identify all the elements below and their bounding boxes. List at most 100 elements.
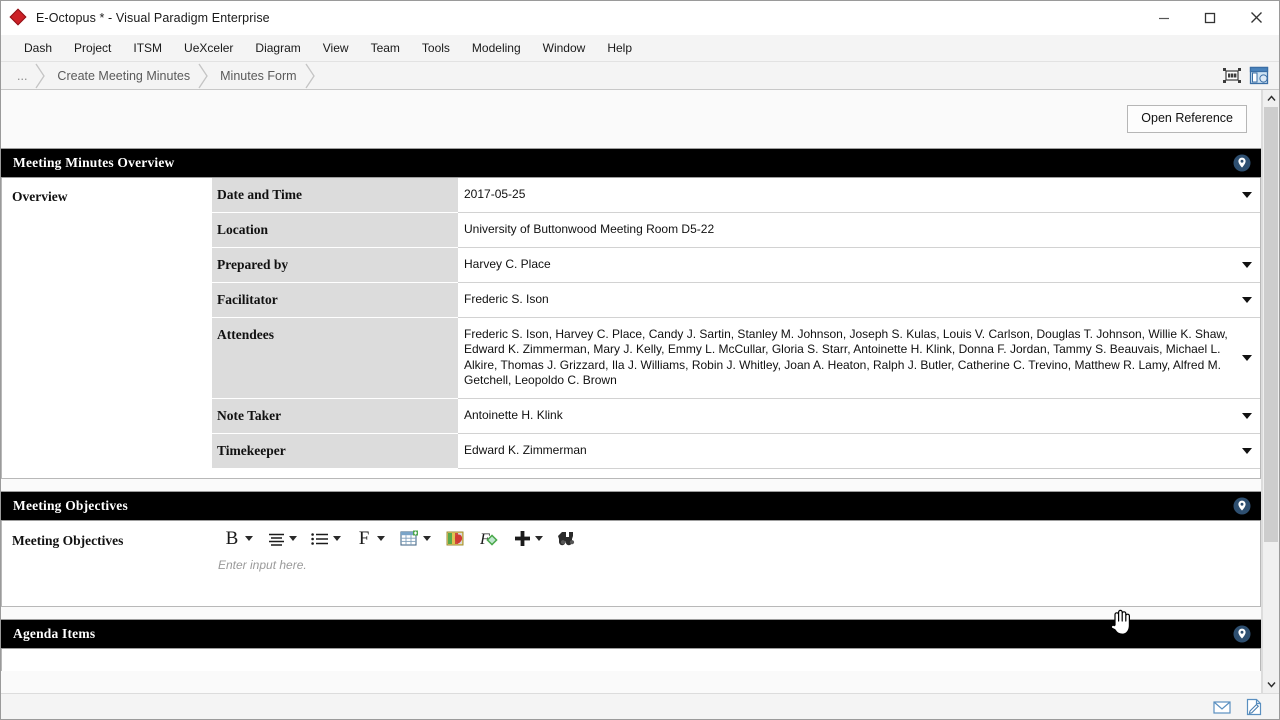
chevron-down-icon-facilitator[interactable]: [1242, 297, 1252, 303]
maximize-icon[interactable]: [1187, 1, 1233, 34]
image-icon[interactable]: [442, 527, 468, 551]
menu-item-itsm[interactable]: ITSM: [122, 37, 173, 59]
field-value-location[interactable]: University of Buttonwood Meeting Room D5…: [458, 212, 1260, 248]
application-window: E-Octopus * - Visual Paradigm Enterprise…: [0, 0, 1280, 720]
menu-item-view[interactable]: View: [312, 37, 360, 59]
field-label-note-taker: Note Taker: [212, 398, 458, 434]
chevron-down-icon-table[interactable]: [423, 536, 431, 542]
chevron-right-icon-2: [196, 62, 210, 89]
chevron-down-icon-align[interactable]: [289, 536, 297, 542]
chevron-down-icon-date-and-time[interactable]: [1242, 192, 1252, 198]
toolbar-group-painter: F: [472, 527, 506, 551]
chevron-down-icon-bold[interactable]: [245, 536, 253, 542]
field-value-note-taker[interactable]: Antoinette H. Klink: [458, 398, 1260, 434]
status-bar: [1, 693, 1279, 719]
toolbar-group-image: [438, 527, 472, 551]
menu-item-modeling[interactable]: Modeling: [461, 37, 532, 59]
scrollbar-thumb[interactable]: [1264, 107, 1278, 542]
breadcrumb: ... Create Meeting Minutes Minutes Form: [1, 62, 1279, 90]
form-row-note-taker: Note Taker Antoinette H. Klink: [212, 398, 1260, 434]
chevron-down-icon-insert[interactable]: [535, 536, 543, 542]
section-header-objectives: Meeting Objectives: [1, 490, 1261, 521]
chevron-down-icon-prepared-by[interactable]: [1242, 262, 1252, 268]
section-agenda-items: Agenda Items: [1, 618, 1261, 671]
section-title-objectives: Meeting Objectives: [13, 497, 128, 513]
menu-item-help[interactable]: Help: [596, 37, 643, 59]
field-text-date-and-time: 2017-05-25: [464, 187, 526, 201]
scroll-up-icon[interactable]: [1263, 90, 1279, 107]
toolbar-group-insert: [506, 527, 550, 551]
form-canvas: Open Reference Meeting Minutes Overview: [1, 90, 1262, 693]
chevron-right-icon-3: [303, 62, 317, 89]
format-painter-icon[interactable]: F: [476, 527, 502, 551]
body-wrapper: Open Reference Meeting Minutes Overview: [1, 90, 1279, 693]
font-icon[interactable]: F: [352, 527, 376, 551]
field-label-timekeeper: Timekeeper: [212, 433, 458, 469]
chevron-down-icon-list[interactable]: [333, 536, 341, 542]
field-text-timekeeper: Edward K. Zimmerman: [464, 442, 587, 457]
chevron-down-icon-timekeeper[interactable]: [1242, 447, 1252, 454]
panel-layout-icon[interactable]: [1249, 66, 1269, 85]
menu-item-uexceler[interactable]: UeXceler: [173, 37, 244, 59]
toolbar-group-find: [550, 527, 584, 551]
edit-document-icon[interactable]: [1245, 698, 1263, 716]
open-reference-button[interactable]: Open Reference: [1127, 105, 1247, 133]
menu-item-dash[interactable]: Dash: [13, 37, 63, 59]
location-pin-icon-3[interactable]: [1233, 625, 1251, 643]
location-pin-icon[interactable]: [1233, 154, 1251, 172]
vertical-scrollbar[interactable]: [1262, 90, 1279, 693]
location-pin-icon-2[interactable]: [1233, 497, 1251, 515]
list-icon[interactable]: [308, 527, 332, 551]
menu-item-tools[interactable]: Tools: [411, 37, 461, 59]
field-value-facilitator[interactable]: Frederic S. Ison: [458, 282, 1260, 318]
section-title-overview: Meeting Minutes Overview: [13, 155, 175, 170]
field-value-date-and-time[interactable]: 2017-05-25: [458, 178, 1260, 213]
scroll-down-icon[interactable]: [1263, 676, 1279, 693]
menu-item-diagram[interactable]: Diagram: [244, 37, 311, 59]
field-text-prepared-by: Harvey C. Place: [464, 257, 551, 271]
section-title-agenda: Agenda Items: [13, 625, 96, 641]
rich-text-toolbar: B F F: [210, 524, 1260, 554]
chevron-right-icon: [33, 62, 47, 89]
section-header-agenda: Agenda Items: [1, 618, 1261, 649]
menu-item-project[interactable]: Project: [63, 37, 122, 59]
form-row-attendees: Attendees Frederic S. Ison, Harvey C. Pl…: [212, 317, 1260, 399]
menu-item-window[interactable]: Window: [532, 37, 597, 59]
toolbar-group-list: [304, 527, 348, 551]
bold-icon[interactable]: B: [220, 527, 244, 551]
field-value-attendees[interactable]: Frederic S. Ison, Harvey C. Place, Candy…: [458, 317, 1260, 399]
field-text-attendees: Frederic S. Ison, Harvey C. Place, Candy…: [464, 327, 1228, 388]
find-icon[interactable]: [554, 527, 580, 551]
field-label-location: Location: [212, 212, 458, 248]
insert-table-icon[interactable]: [396, 527, 422, 551]
breadcrumb-item-ellipsis[interactable]: ...: [9, 62, 33, 89]
field-text-note-taker: Antoinette H. Klink: [464, 407, 563, 422]
field-value-timekeeper[interactable]: Edward K. Zimmerman: [458, 433, 1260, 469]
scrollbar-track[interactable]: [1263, 107, 1279, 676]
form-row-date-and-time: Date and Time 2017-05-25: [212, 178, 1260, 213]
rich-text-editor: B F F Enter input here.: [210, 521, 1260, 606]
field-label-attendees: Attendees: [212, 317, 458, 399]
section-gap-2: [1, 606, 1261, 619]
fit-window-icon[interactable]: [1222, 66, 1242, 85]
chevron-down-icon-attendees[interactable]: [1242, 354, 1252, 361]
field-value-prepared-by[interactable]: Harvey C. Place: [458, 247, 1260, 283]
field-text-location: University of Buttonwood Meeting Room D5…: [464, 222, 715, 236]
mail-icon[interactable]: [1213, 698, 1231, 716]
chevron-down-icon-font[interactable]: [377, 536, 385, 542]
breadcrumb-item-minutes-form[interactable]: Minutes Form: [210, 62, 302, 89]
window-title: E-Octopus * - Visual Paradigm Enterprise: [36, 10, 270, 25]
breadcrumb-item-create-meeting-minutes[interactable]: Create Meeting Minutes: [47, 62, 196, 89]
align-icon[interactable]: [264, 527, 288, 551]
minimize-icon[interactable]: [1141, 1, 1187, 34]
section-meeting-objectives: Meeting Objectives Meeting Objectives B …: [1, 490, 1261, 607]
insert-icon[interactable]: [510, 527, 534, 551]
toolbar-group-align: [260, 527, 304, 551]
close-icon[interactable]: [1233, 1, 1279, 34]
form-toolbar: Open Reference: [1, 90, 1261, 148]
form-row-timekeeper: Timekeeper Edward K. Zimmerman: [212, 433, 1260, 469]
chevron-down-icon-note-taker[interactable]: [1242, 412, 1252, 419]
rich-text-placeholder[interactable]: Enter input here.: [210, 554, 1260, 572]
section-body-overview: Overview Date and Time 2017-05-25 Locati…: [1, 178, 1261, 479]
menu-item-team[interactable]: Team: [360, 37, 411, 59]
